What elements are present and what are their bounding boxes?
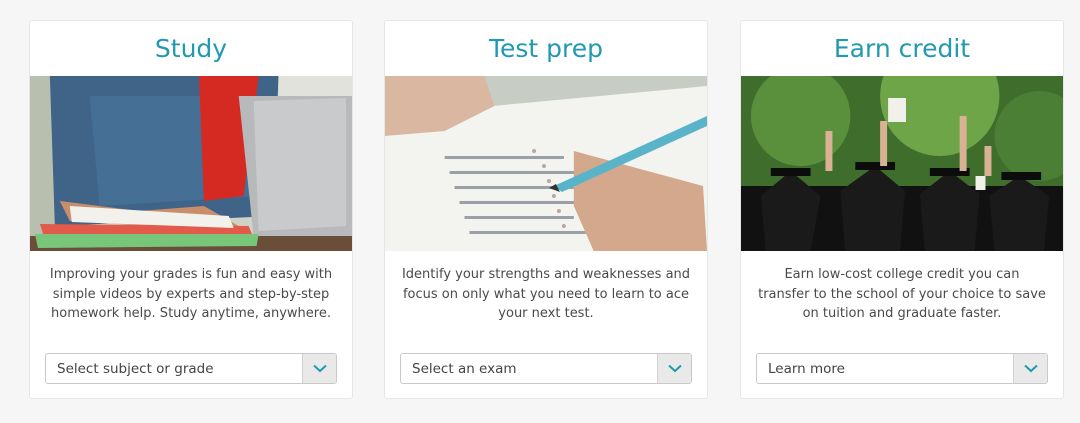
learn-more-select[interactable]: Learn more: [756, 353, 1048, 384]
card-test-prep: Test prep Identify your strengths and we…: [384, 20, 708, 399]
study-image: [30, 76, 352, 251]
exam-select[interactable]: Select an exam: [400, 353, 692, 384]
card-description: Identify your strengths and weaknesses a…: [401, 267, 691, 321]
card-description: Earn low-cost college credit you can tra…: [758, 267, 1046, 321]
select-value: Select subject or grade: [57, 361, 214, 377]
subject-grade-select[interactable]: Select subject or grade: [45, 353, 337, 384]
chevron-down-icon: [312, 364, 327, 373]
dropdown-toggle[interactable]: [302, 354, 336, 383]
test-prep-image: [385, 76, 707, 251]
earn-credit-image: [741, 76, 1063, 251]
feature-cards-row: Study Improving your grades is fun and e…: [0, 0, 1080, 423]
dropdown-toggle[interactable]: [657, 354, 691, 383]
card-title: Test prep: [488, 34, 604, 63]
card-title: Study: [154, 34, 228, 63]
dropdown-toggle[interactable]: [1013, 354, 1047, 383]
select-value: Select an exam: [412, 361, 517, 377]
card-earn-credit: Earn credit Earn low-cost college credit…: [740, 20, 1064, 399]
chevron-down-icon: [667, 364, 682, 373]
card-study: Study Improving your grades is fun and e…: [29, 20, 353, 399]
card-title: Earn credit: [833, 34, 971, 63]
chevron-down-icon: [1023, 364, 1038, 373]
card-description: Improving your grades is fun and easy wi…: [49, 267, 333, 321]
select-value: Learn more: [768, 361, 845, 377]
